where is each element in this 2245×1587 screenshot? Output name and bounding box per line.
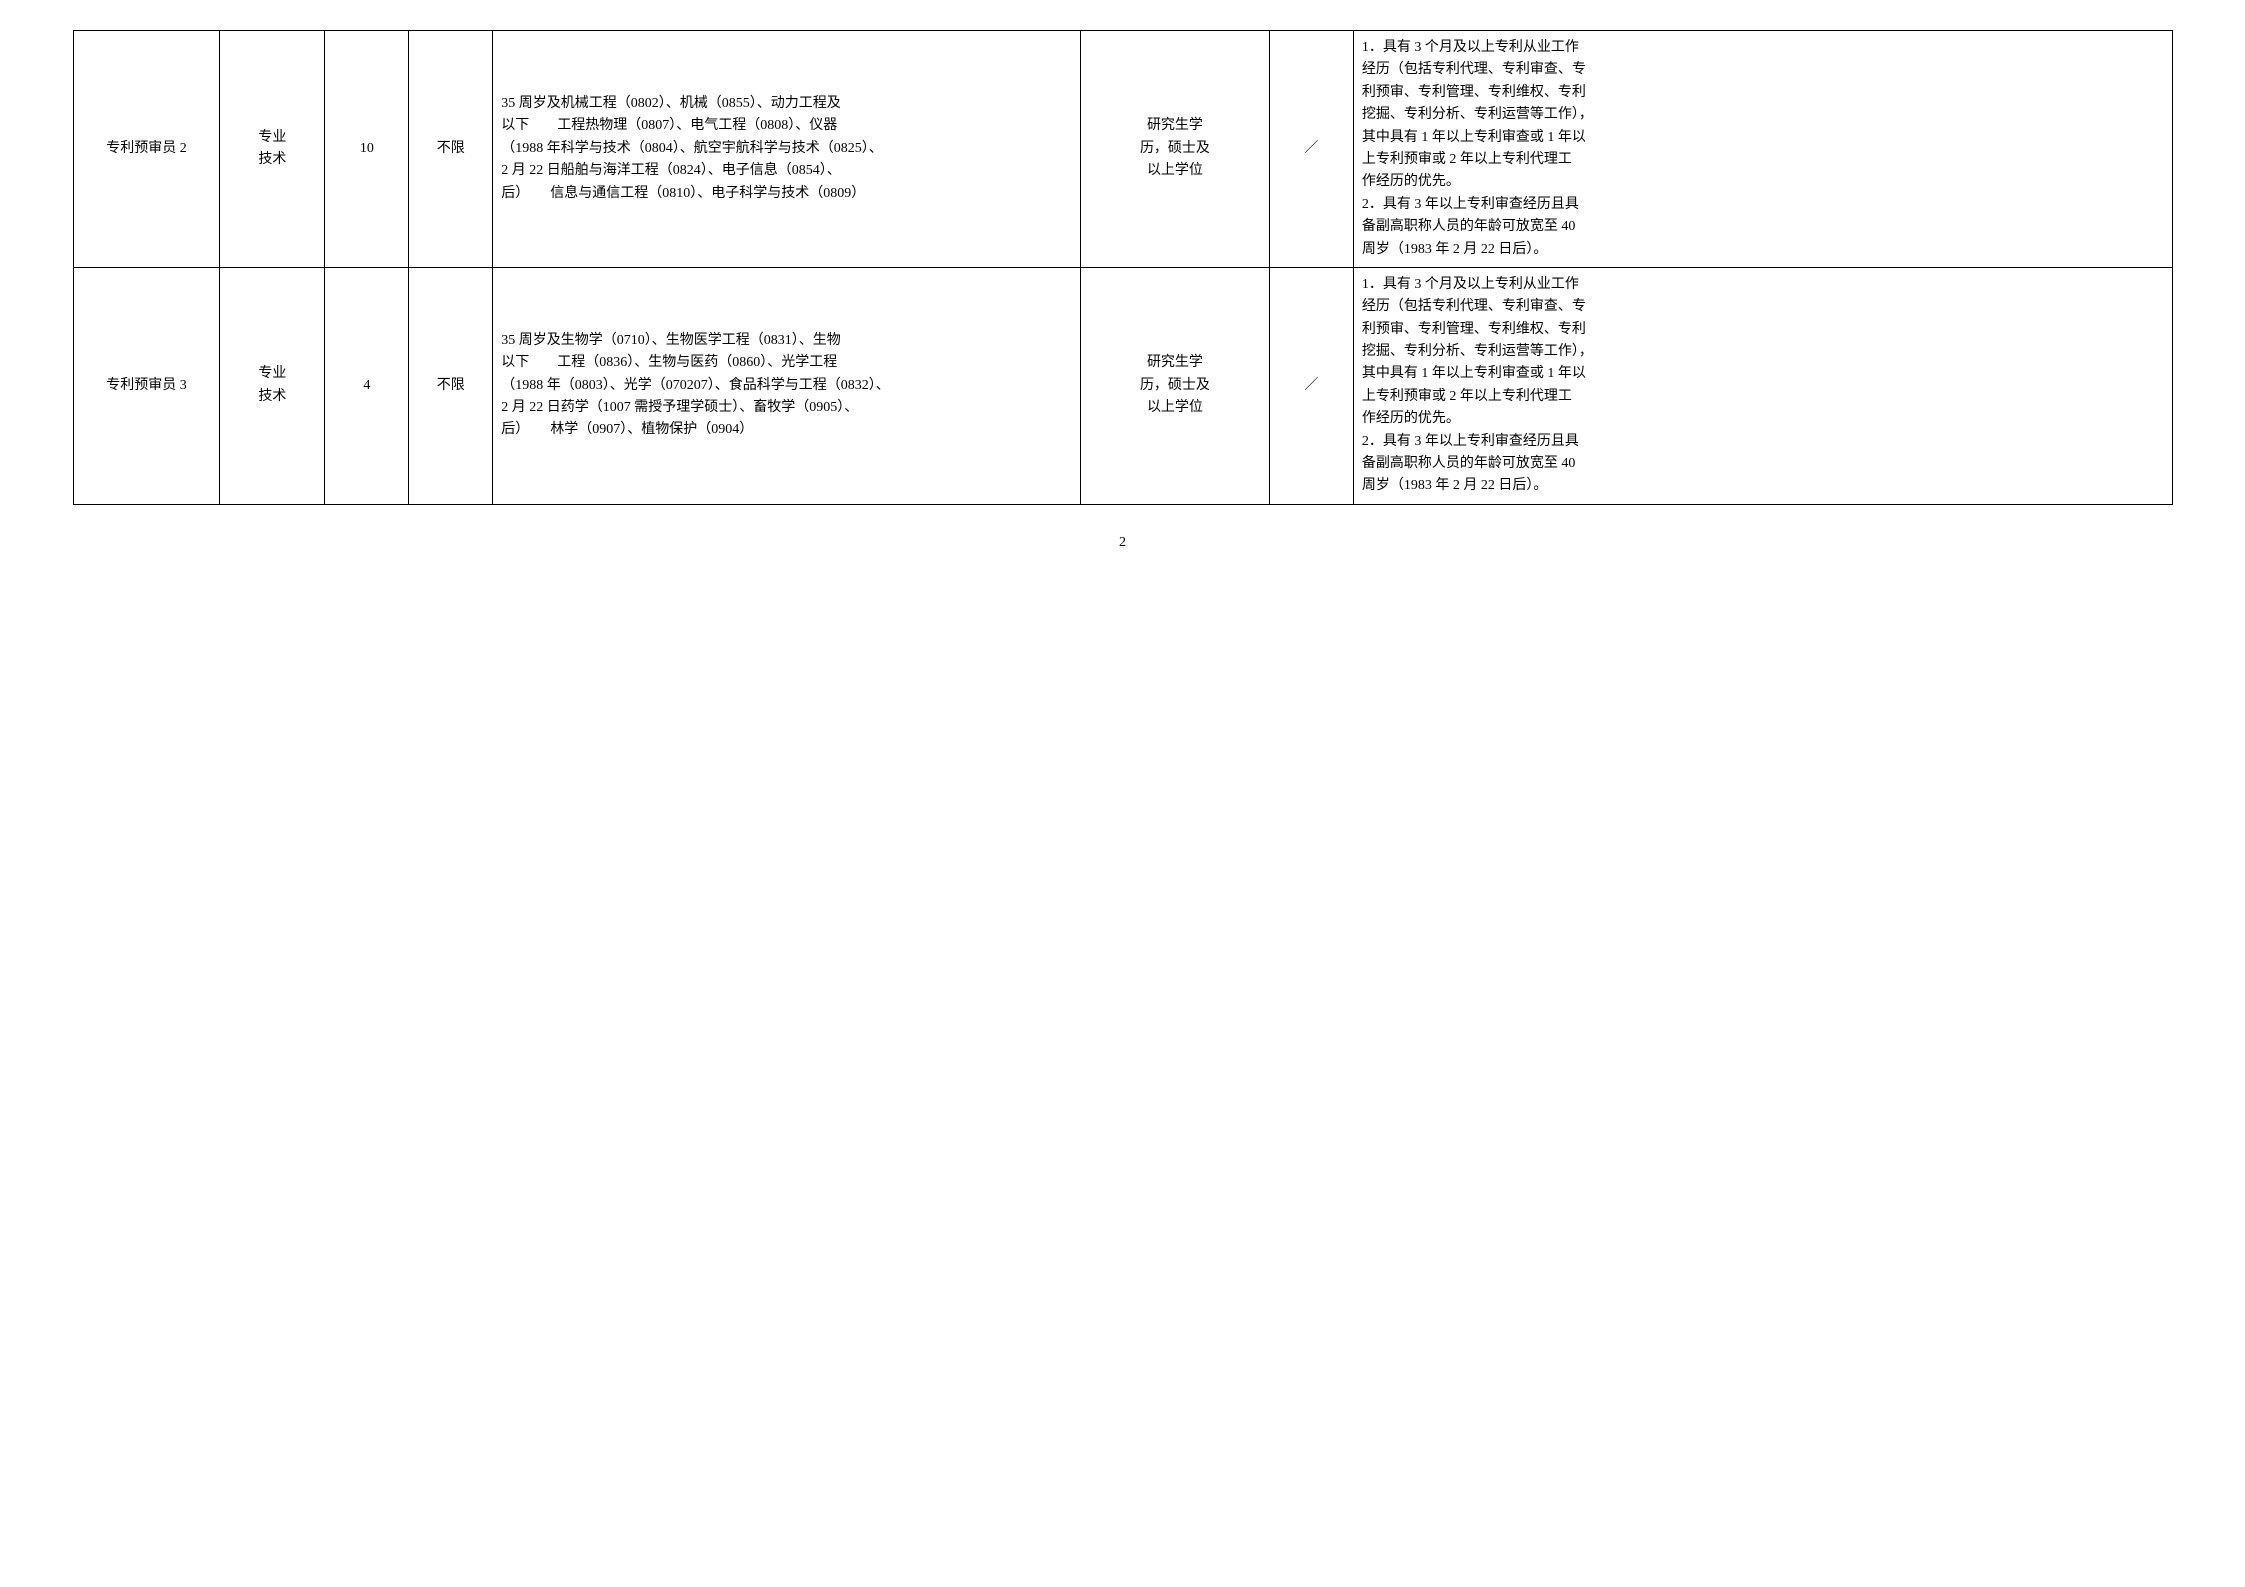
type-cell: 专业 技术 <box>220 267 325 504</box>
position-cell: 专利预审员 3 <box>73 267 220 504</box>
type-cell: 专业 技术 <box>220 31 325 268</box>
page-number: 2 <box>73 535 2173 551</box>
age-range-2: 35 周岁及生物学（0710）、生物医学工程（0831）、生物 以下 工程（08… <box>501 333 890 438</box>
requirements-cell: 1．具有 3 个月及以上专利从业工作 经历（包括专利代理、专利审查、专 利预审、… <box>1353 267 2172 504</box>
requirements-cell: 1．具有 3 个月及以上专利从业工作 经历（包括专利代理、专利审查、专 利预审、… <box>1353 31 2172 268</box>
other-cell: ／ <box>1269 267 1353 504</box>
age-major-cell: 35 周岁及生物学（0710）、生物医学工程（0831）、生物 以下 工程（08… <box>493 267 1081 504</box>
limit-cell: 不限 <box>409 31 493 268</box>
count-cell: 4 <box>325 267 409 504</box>
edu-cell: 研究生学 历，硕士及 以上学位 <box>1080 267 1269 504</box>
main-table: 专利预审员 2 专业 技术 10 不限 35 周岁及机械工程（0802）、机械（… <box>73 30 2173 505</box>
other-cell: ／ <box>1269 31 1353 268</box>
page-container: 专利预审员 2 专业 技术 10 不限 35 周岁及机械工程（0802）、机械（… <box>73 30 2173 551</box>
position-cell: 专利预审员 2 <box>73 31 220 268</box>
count-cell: 10 <box>325 31 409 268</box>
limit-cell: 不限 <box>409 267 493 504</box>
age-major-cell: 35 周岁及机械工程（0802）、机械（0855）、动力工程及 以下 工程热物理… <box>493 31 1081 268</box>
table-row: 专利预审员 2 专业 技术 10 不限 35 周岁及机械工程（0802）、机械（… <box>73 31 2172 268</box>
table-row: 专利预审员 3 专业 技术 4 不限 35 周岁及生物学（0710）、生物医学工… <box>73 267 2172 504</box>
edu-cell: 研究生学 历，硕士及 以上学位 <box>1080 31 1269 268</box>
age-range: 35 周岁及机械工程（0802）、机械（0855）、动力工程及 以下 工程热物理… <box>501 96 883 201</box>
